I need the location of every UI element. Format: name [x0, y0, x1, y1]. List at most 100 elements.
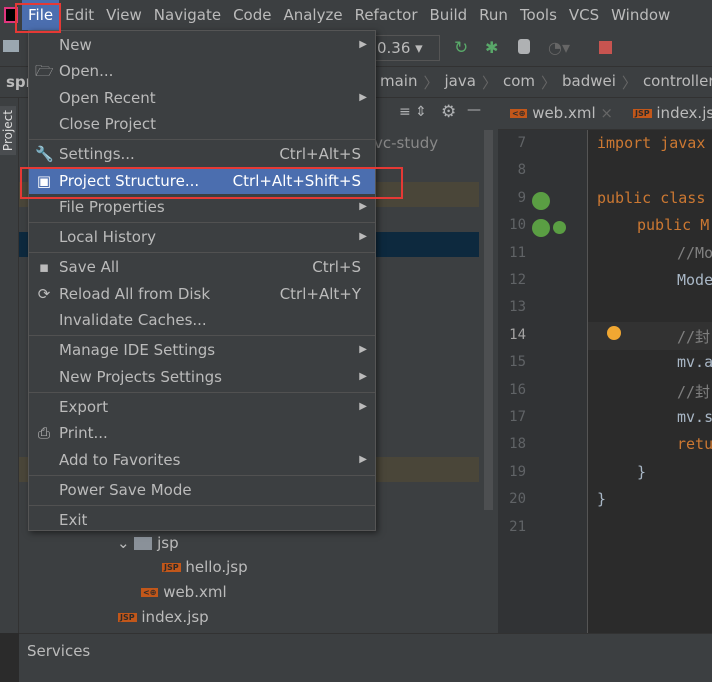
code-line: mv.a — [677, 353, 712, 372]
left-tool-strip: Project — [0, 98, 19, 633]
line-number: 16 — [509, 381, 526, 398]
scrollbar[interactable] — [484, 130, 493, 510]
code-line: Mode — [677, 271, 712, 289]
menu-build[interactable]: Build — [424, 0, 474, 30]
menu-item-settings[interactable]: 🔧 Settings... Ctrl+Alt+S — [29, 141, 375, 167]
breadcrumb-item[interactable]: com — [503, 72, 535, 93]
breadcrumb-item[interactable]: badwei — [562, 72, 616, 93]
menu-run[interactable]: Run — [473, 0, 514, 30]
shortcut: Ctrl+Alt+Y — [279, 284, 361, 303]
tab-index-jsp[interactable]: JSP index.jsp — [633, 104, 712, 122]
line-number: 20 — [509, 491, 526, 508]
submenu-arrow-icon: ▶ — [359, 370, 367, 382]
shortcut: Ctrl+Alt+S — [279, 145, 361, 164]
menu-item-label: Reload All from Disk — [59, 284, 211, 303]
save-icon: ▪ — [38, 258, 50, 277]
menu-item-label: Exit — [59, 511, 88, 530]
gear-icon[interactable]: ⚙ — [441, 102, 456, 122]
code-line: } — [637, 462, 647, 481]
menu-separator — [29, 139, 375, 141]
reload-icon: ⟳ — [37, 284, 51, 303]
menu-item-label: New — [59, 36, 92, 54]
menu-item-open-recent[interactable]: Open Recent ▶ — [29, 85, 375, 111]
menu-item-exit[interactable]: Exit — [29, 507, 375, 533]
implements-icon[interactable] — [553, 221, 566, 234]
run-config-dropdown[interactable]: 0.36 ▾ — [370, 35, 440, 61]
menu-item-close-project[interactable]: Close Project — [29, 111, 375, 137]
tree-file-webxml[interactable]: <⊕ web.xml — [141, 583, 227, 601]
line-number: 17 — [509, 409, 526, 425]
menu-item-label: Print... — [59, 424, 108, 443]
menu-item-new[interactable]: New ▶ — [29, 32, 375, 58]
menu-item-label: Local History — [59, 228, 157, 247]
menu-window[interactable]: Window — [605, 0, 676, 30]
menu-tools[interactable]: Tools — [514, 0, 563, 30]
tree-folder-jsp[interactable]: ⌄ jsp — [117, 534, 179, 552]
wrench-icon: 🔧 — [35, 145, 54, 164]
menu-analyze[interactable]: Analyze — [277, 0, 348, 30]
line-number: 18 — [509, 436, 526, 453]
debug-icon[interactable]: ✱ — [485, 38, 498, 57]
code-line: //封 — [677, 382, 711, 401]
spring-bean-icon[interactable] — [532, 192, 550, 210]
menu-edit[interactable]: Edit — [59, 0, 100, 30]
code-line: public class — [597, 188, 706, 207]
menu-item-label: Export — [59, 397, 109, 416]
submenu-arrow-icon: ▶ — [359, 344, 367, 356]
menu-item-local-history[interactable]: Local History ▶ — [29, 224, 375, 250]
editor-tabs: <⊕ web.xml × JSP index.jsp — [498, 98, 712, 130]
menu-navigate[interactable]: Navigate — [148, 0, 227, 30]
line-number: 12 — [509, 272, 526, 288]
menu-item-reload-all-from-disk[interactable]: ⟳ Reload All from Disk Ctrl+Alt+Y — [29, 281, 375, 307]
menu-bar: File Edit View Navigate Code Analyze Refactor B… — [0, 0, 712, 30]
menu-item-add-to-favorites[interactable]: Add to Favorites ▶ — [29, 447, 375, 473]
open-folder-icon[interactable] — [3, 40, 19, 52]
menu-item-power-save-mode[interactable]: Power Save Mode — [29, 477, 375, 503]
line-number: 9 — [517, 189, 526, 206]
menu-item-label: Close Project — [59, 114, 156, 133]
breadcrumb-item[interactable]: java — [445, 72, 476, 93]
menu-item-new-projects-settings[interactable]: New Projects Settings ▶ — [29, 364, 375, 390]
tab-web-xml[interactable]: <⊕ web.xml × — [510, 104, 613, 122]
breadcrumb-item[interactable]: controller — [643, 72, 712, 93]
lightbulb-icon[interactable] — [607, 326, 621, 340]
collapse-all-icon[interactable]: ≡ ⇕ — [399, 104, 427, 120]
profile-icon[interactable]: ◔▾ — [548, 38, 570, 57]
stop-icon[interactable] — [599, 41, 612, 54]
rerun-icon[interactable]: ↻ — [454, 38, 468, 58]
menu-vcs[interactable]: VCS — [563, 0, 605, 30]
menu-item-open[interactable]: 🗁 Open... — [29, 58, 375, 84]
menu-separator — [29, 252, 375, 254]
jsp-file-icon: JSP — [118, 613, 137, 622]
menu-item-label: Invalidate Caches... — [59, 311, 207, 329]
code-line: retu — [677, 435, 712, 454]
tree-file-hello[interactable]: JSP hello.jsp — [162, 558, 248, 576]
menu-refactor[interactable]: Refactor — [349, 0, 424, 30]
line-number: 14 — [509, 326, 526, 343]
close-icon[interactable]: × — [600, 104, 613, 122]
menu-item-print[interactable]: ⎙ Print... — [29, 420, 375, 446]
hide-icon[interactable]: — — [467, 102, 481, 118]
coverage-icon[interactable] — [518, 39, 530, 54]
menu-separator — [29, 335, 375, 337]
spring-mapping-icon[interactable] — [532, 219, 550, 237]
jsp-file-icon: JSP — [633, 109, 652, 118]
menu-item-manage-ide-settings[interactable]: Manage IDE Settings ▶ — [29, 337, 375, 363]
menu-separator — [29, 391, 375, 393]
tree-file-index[interactable]: JSP index.jsp — [118, 608, 209, 626]
submenu-arrow-icon: ▶ — [359, 39, 367, 50]
breadcrumb-item[interactable]: main — [380, 72, 417, 93]
menu-item-invalidate-caches[interactable]: Invalidate Caches... — [29, 307, 375, 333]
submenu-arrow-icon: ▶ — [359, 91, 367, 103]
project-tool-tab[interactable]: Project — [0, 106, 16, 156]
project-root[interactable]: vc-study — [374, 134, 438, 152]
menu-view[interactable]: View — [100, 0, 148, 30]
services-title[interactable]: Services — [27, 642, 90, 660]
code-line: } — [597, 490, 607, 509]
menu-separator — [29, 222, 375, 224]
menu-item-export[interactable]: Export ▶ — [29, 394, 375, 420]
submenu-arrow-icon: ▶ — [359, 400, 367, 412]
menu-item-save-all[interactable]: ▪ Save All Ctrl+S — [29, 254, 375, 280]
menu-code[interactable]: Code — [227, 0, 277, 30]
submenu-arrow-icon: ▶ — [359, 231, 367, 243]
